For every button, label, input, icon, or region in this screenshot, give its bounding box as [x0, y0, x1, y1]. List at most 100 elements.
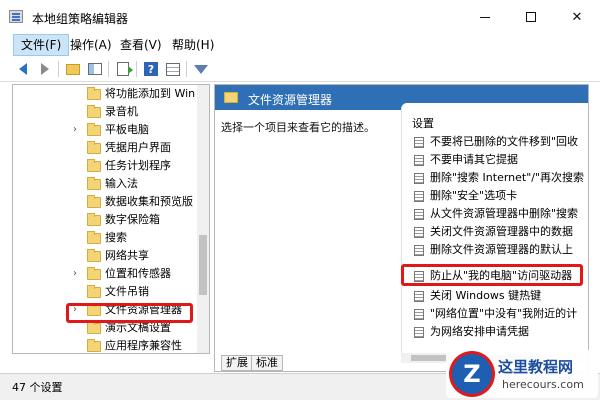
folder-icon: [87, 321, 101, 334]
setting-label: 不要将已删除的文件移到"回收: [430, 135, 579, 148]
tree-item-label: 输入法: [105, 177, 138, 190]
chevron-right-icon[interactable]: ›: [73, 265, 77, 283]
forward-arrow-icon: [41, 63, 49, 75]
toolbar: ?: [0, 56, 600, 82]
setting-item[interactable]: 不要将已删除的文件移到"回收: [402, 133, 588, 151]
properties-button[interactable]: [164, 60, 182, 78]
tree-item-label: 文件吊销: [105, 285, 149, 298]
folder-icon: [87, 177, 101, 190]
setting-label: 关闭文件资源管理器中的数据: [430, 225, 573, 238]
tree-item[interactable]: 文件吊销: [13, 283, 198, 301]
policy-setting-icon: [414, 245, 424, 256]
export-list-button[interactable]: [114, 60, 133, 78]
tree-item-label: 位置和传感器: [105, 267, 171, 280]
help-icon: ?: [144, 62, 158, 76]
policy-setting-icon: [414, 209, 424, 220]
setting-label: 关闭 Windows 键热键: [430, 289, 542, 302]
export-list-icon: [117, 62, 133, 76]
toolbar-separator: [108, 61, 109, 77]
menu-bar: 文件(F) 操作(A) 查看(V) 帮助(H): [0, 34, 600, 56]
tree-item[interactable]: › 平板电脑: [13, 121, 198, 139]
gpedit-app-icon: [9, 10, 23, 23]
policy-setting-icon: [414, 271, 424, 282]
tree-scrollbar[interactable]: [197, 85, 209, 353]
setting-label: 从文件资源管理器中删除"搜索: [430, 207, 579, 220]
tree-pane: 将功能添加到 Win 录音机 › 平板电脑 凭据用户界面 任务计划程序 输入法 数…: [12, 84, 210, 354]
setting-item[interactable]: 删除"安全"选项卡: [402, 187, 588, 205]
filter-button[interactable]: [192, 60, 210, 78]
toolbar-separator: [136, 61, 137, 77]
policy-setting-icon: [414, 227, 424, 238]
policy-setting-icon: [414, 173, 424, 184]
toolbar-separator: [58, 61, 59, 77]
tree-item[interactable]: 录音机: [13, 103, 198, 121]
title-bar: 本地组策略编辑器 ✕: [0, 0, 600, 34]
back-button[interactable]: [14, 60, 32, 78]
tree-item[interactable]: 搜索: [13, 229, 198, 247]
folder-icon: [87, 303, 101, 316]
chevron-right-icon[interactable]: ›: [73, 301, 77, 319]
setting-item[interactable]: 从文件资源管理器中删除"搜索: [402, 205, 588, 223]
setting-item[interactable]: 关闭文件资源管理器中的数据: [402, 223, 588, 241]
folder-icon: [87, 105, 101, 118]
tree-item-label: 数字保险箱: [105, 213, 160, 226]
tree-item[interactable]: 数字保险箱: [13, 211, 198, 229]
description-text: 选择一个项目来查看它的描述。: [221, 121, 375, 134]
setting-label: 不要申请其它提据: [430, 153, 518, 166]
tree-item[interactable]: 数据收集和预览版: [13, 193, 198, 211]
tree-item-label: 将功能添加到 Win: [105, 87, 196, 100]
tab-extended[interactable]: 扩展: [221, 355, 253, 371]
show-pane-icon: [88, 63, 102, 75]
help-button[interactable]: ?: [142, 60, 160, 78]
setting-item[interactable]: 删除"搜索 Internet"/"再次搜索: [402, 169, 588, 187]
forward-button[interactable]: [36, 60, 54, 78]
menu-action[interactable]: 操作(A): [63, 34, 119, 56]
menu-view[interactable]: 查看(V): [113, 34, 169, 56]
settings-column-header[interactable]: 设置: [412, 115, 434, 131]
folder-icon: [87, 195, 101, 208]
tree-item[interactable]: › 位置和传感器: [13, 265, 198, 283]
setting-item-prevent-drive-access[interactable]: 防止从"我的电脑"访问驱动器: [402, 267, 588, 285]
policy-setting-icon: [414, 137, 424, 148]
setting-label: 删除"安全"选项卡: [430, 189, 518, 202]
folder-icon: [87, 339, 101, 352]
status-text: 47 个设置: [12, 381, 63, 394]
watermark: Z 这里教程网 herecours.com: [446, 350, 598, 398]
properties-icon: [166, 62, 180, 76]
setting-label: 删除"搜索 Internet"/"再次搜索: [430, 171, 585, 184]
tree-item[interactable]: 将功能添加到 Win: [13, 85, 198, 103]
scrollbar-thumb[interactable]: [199, 235, 207, 295]
tree-item[interactable]: 凭据用户界面: [13, 139, 198, 157]
setting-item[interactable]: 删除文件资源管理器的默认上: [402, 241, 588, 259]
close-button[interactable]: ✕: [554, 0, 600, 34]
minimize-button[interactable]: [462, 0, 508, 34]
up-level-button[interactable]: [64, 60, 82, 78]
tree-item-label: 应用程序兼容性: [105, 339, 182, 352]
policy-setting-icon: [414, 155, 424, 166]
tree-item[interactable]: 演示文稿设置: [13, 319, 198, 337]
tree-item[interactable]: 任务计划程序: [13, 157, 198, 175]
folder-icon: [87, 231, 101, 244]
tree-item-label: 数据收集和预览版: [105, 195, 193, 208]
tree-item-label: 搜索: [105, 231, 127, 244]
chevron-right-icon[interactable]: ›: [73, 121, 77, 139]
setting-item[interactable]: 不要申请其它提据: [402, 151, 588, 169]
menu-help[interactable]: 帮助(H): [165, 34, 221, 56]
setting-item[interactable]: 为网络安排申请凭据: [402, 323, 588, 341]
policy-setting-icon: [414, 291, 424, 302]
tree-item-file-explorer[interactable]: › 文件资源管理器: [13, 301, 198, 319]
tree-item[interactable]: 输入法: [13, 175, 198, 193]
tree-item[interactable]: 应用程序兼容性: [13, 337, 198, 353]
tree-item-label: 演示文稿设置: [105, 321, 171, 334]
setting-item[interactable]: "网络位置"中没有"我附近的计: [402, 305, 588, 323]
tree-item-label: 任务计划程序: [105, 159, 171, 172]
setting-item[interactable]: 关闭 Windows 键热键: [402, 287, 588, 305]
tree-item[interactable]: 网络共享: [13, 247, 198, 265]
maximize-button[interactable]: [508, 0, 554, 34]
folder-icon: [224, 92, 238, 103]
show-hide-pane-button[interactable]: [86, 60, 104, 78]
setting-label: "网络位置"中没有"我附近的计: [430, 307, 578, 320]
menu-file[interactable]: 文件(F): [13, 34, 70, 56]
tab-standard[interactable]: 标准: [251, 355, 283, 371]
setting-label: 删除文件资源管理器的默认上: [430, 243, 573, 256]
